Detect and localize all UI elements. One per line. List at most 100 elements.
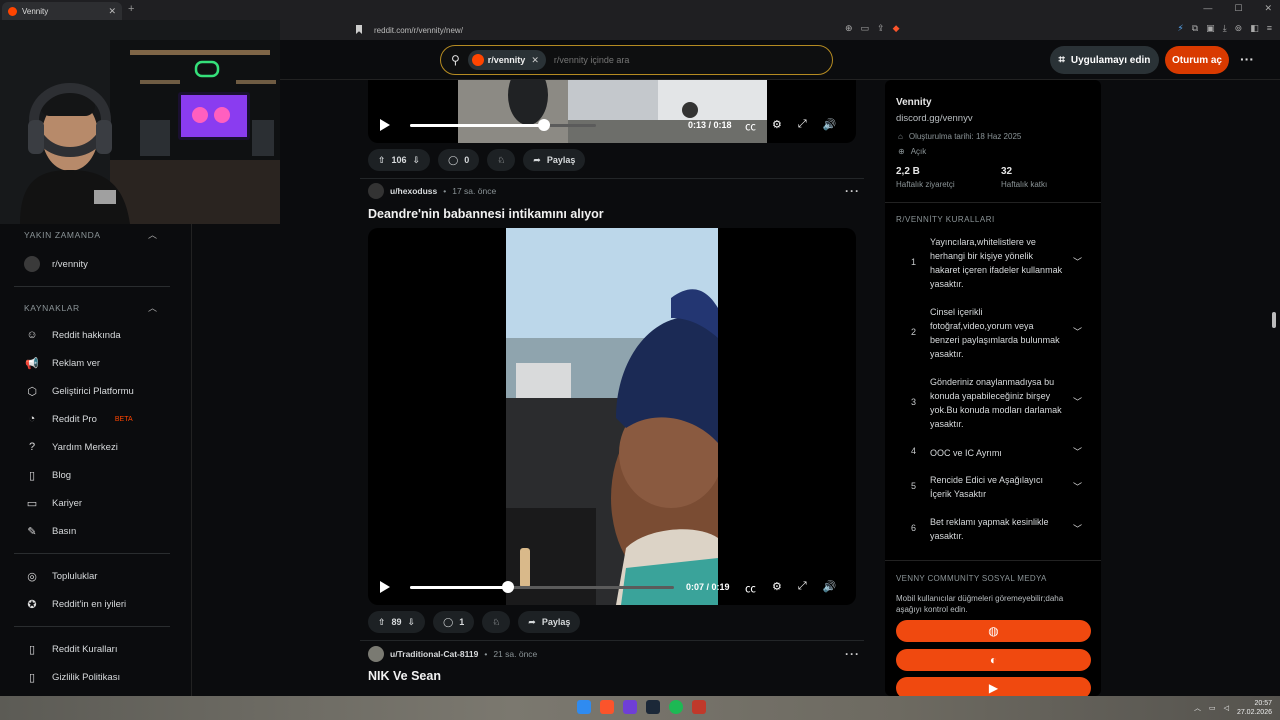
tray-chevron-icon[interactable]: ︿ [1194,703,1201,713]
downvote-icon[interactable]: ⇩ [413,155,421,166]
post-title[interactable]: NIK Ve Sean [368,669,441,683]
screenshot-icon[interactable]: ▭ [861,23,870,34]
share-page-icon[interactable]: ⇪ [877,23,885,34]
search-bar[interactable]: ⚲ r/vennity ✕ [440,45,833,75]
community-link[interactable]: discord.gg/vennyv [896,113,973,124]
browser-tab[interactable]: Vennity ✕ [2,2,122,20]
post-author[interactable]: u/Traditional-Cat-8119 [390,649,478,659]
extensions-icon[interactable]: ⧉ [1192,23,1198,34]
sidebar-item-reddit-pro[interactable]: ◔ Reddit Pro BETA [24,413,133,425]
brave-browser-icon[interactable] [600,700,614,714]
post-video-player[interactable]: 0:13 / 0:18 ㏄ ⚙ ⤢ 🔊 [368,80,856,143]
spotify-icon[interactable] [669,700,683,714]
rule-item[interactable]: 6 Bet reklamı yapmak kesinlikle yasaktır… [885,515,1101,545]
page-scrollbar-thumb[interactable] [1272,312,1276,328]
comments-button[interactable]: ◯ 0 [438,149,480,171]
rule-item[interactable]: 4 OOC ve IC Ayrımı ﹀ [885,445,1101,461]
sidebar-item-communities[interactable]: ◎ Topluluklar [24,570,97,583]
video-progress-handle[interactable] [501,581,514,593]
url-field[interactable]: reddit.com/r/vennity/new/ [374,26,463,35]
post-video-player[interactable]: 0:07 / 0:19 ㏄ ⚙ ⤢ 🔊 [368,228,856,605]
subreddit-search-chip[interactable]: r/vennity ✕ [467,50,546,70]
sidebar-toggle-icon[interactable]: ◧ [1250,23,1259,34]
captions-icon[interactable]: ㏄ [745,118,756,134]
sidebar-item-careers[interactable]: ▭ Kariyer [24,497,82,510]
translate-icon[interactable]: ⚡ [1177,23,1183,34]
profile-icon[interactable]: ⊚ [1235,23,1243,34]
chevron-up-icon[interactable]: ︿ [148,228,157,241]
sidebar-item-press[interactable]: ✎ Basın [24,525,76,538]
fullscreen-icon[interactable]: ⤢ [798,118,807,134]
sidebar-item-about-reddit[interactable]: ☺ Reddit hakkında [24,329,120,341]
search-input[interactable] [553,55,804,65]
sidebar-item-blog[interactable]: ▯ Blog [24,469,71,482]
steam-icon[interactable] [646,700,660,714]
post-author[interactable]: u/hexoduss [390,186,437,196]
chevron-down-icon[interactable]: ﹀ [1073,522,1082,535]
volume-icon[interactable]: 🔊 [823,118,837,134]
comments-button[interactable]: ◯ 1 [433,611,475,633]
chip-remove-icon[interactable]: ✕ [531,55,539,66]
sidebar-item-advertise[interactable]: 📢 Reklam ver [24,357,100,370]
rule-item[interactable]: 2 Cinsel içerikli fotoğraf,video,yorum v… [885,305,1101,361]
video-progress-handle[interactable] [537,119,550,131]
recording-app-icon[interactable] [692,700,706,714]
rule-item[interactable]: 1 Yayıncılara,whitelistlere ve herhangi … [885,235,1101,291]
award-button[interactable]: ♘ [482,611,511,633]
menu-icon[interactable]: ≡ [1267,23,1272,34]
chevron-down-icon[interactable]: ﹀ [1073,325,1082,338]
share-button[interactable]: ➦ Paylaş [518,611,581,633]
recent-item-vennity[interactable]: r/vennity [24,256,88,272]
share-button[interactable]: ➦ Paylaş [523,149,586,171]
play-button[interactable] [380,119,390,131]
more-options-icon[interactable]: ··· [1240,51,1254,67]
social-button-website[interactable]: ◍ [896,620,1091,642]
minimize-icon[interactable]: — [1203,3,1212,14]
chevron-up-icon[interactable]: ︿ [148,301,157,314]
settings-gear-icon[interactable]: ⚙ [772,118,782,134]
post-more-icon[interactable]: ··· [845,184,860,198]
clock[interactable]: 20:57 27.02.2026 [1237,699,1272,717]
social-button-youtube[interactable]: ▶ [896,677,1091,696]
sidebar-item-help-center[interactable]: ? Yardım Merkezi [24,441,118,453]
close-window-icon[interactable]: ✕ [1264,3,1272,14]
video-progress-track[interactable] [410,119,596,131]
downvote-icon[interactable]: ⇩ [408,617,416,628]
upvote-icon[interactable]: ⇧ [378,155,386,166]
chevron-down-icon[interactable]: ﹀ [1073,255,1082,268]
discord-app-icon[interactable] [623,700,637,714]
login-button[interactable]: Oturum aç [1165,46,1229,74]
windows-start-icon[interactable] [577,700,591,714]
bookmark-icon[interactable] [356,25,362,34]
sidebar-item-developer-platform[interactable]: ⬡ Geliştirici Platformu [24,385,134,398]
user-avatar[interactable] [368,646,384,662]
chevron-down-icon[interactable]: ﹀ [1073,445,1082,458]
sidebar-item-reddit-rules[interactable]: ▯ Reddit Kuralları [24,643,118,656]
post-more-icon[interactable]: ··· [845,647,860,661]
video-progress-track[interactable] [410,581,674,593]
play-button[interactable] [380,581,390,593]
new-tab-icon[interactable]: + [128,3,134,15]
network-icon[interactable]: ▭ [1209,704,1216,712]
download-icon[interactable]: ⤓ [1223,23,1227,34]
captions-icon[interactable]: ㏄ [745,580,756,596]
chevron-down-icon[interactable]: ﹀ [1073,480,1082,493]
post-title[interactable]: Deandre'nin babannesi intikamını alıyor [368,207,604,221]
settings-gear-icon[interactable]: ⚙ [772,580,782,596]
close-tab-icon[interactable]: ✕ [108,6,116,17]
maximize-icon[interactable]: ☐ [1234,3,1242,14]
volume-tray-icon[interactable]: ◁ [1224,704,1229,712]
social-button-discord[interactable]: ◐ [896,649,1091,671]
get-app-button[interactable]: ⌗ Uygulamayı edin [1050,46,1159,74]
zoom-icon[interactable]: ⊕ [845,23,853,34]
rule-item[interactable]: 3 Gönderiniz onaylanmadıysa bu konuda ya… [885,375,1101,431]
sidebar-item-privacy-policy[interactable]: ▯ Gizlilik Politikası [24,671,120,684]
wallet-icon[interactable]: ▣ [1206,23,1215,34]
award-button[interactable]: ♘ [487,149,516,171]
chevron-down-icon[interactable]: ﹀ [1073,395,1082,408]
user-avatar[interactable] [368,183,384,199]
volume-icon[interactable]: 🔊 [823,580,837,596]
sidebar-item-best-of-reddit[interactable]: ✪ Reddit'in en iyileri [24,598,126,611]
fullscreen-icon[interactable]: ⤢ [798,580,807,596]
rule-item[interactable]: 5 Rencide Edici ve Aşağılayıcı İçerik Ya… [885,473,1101,503]
